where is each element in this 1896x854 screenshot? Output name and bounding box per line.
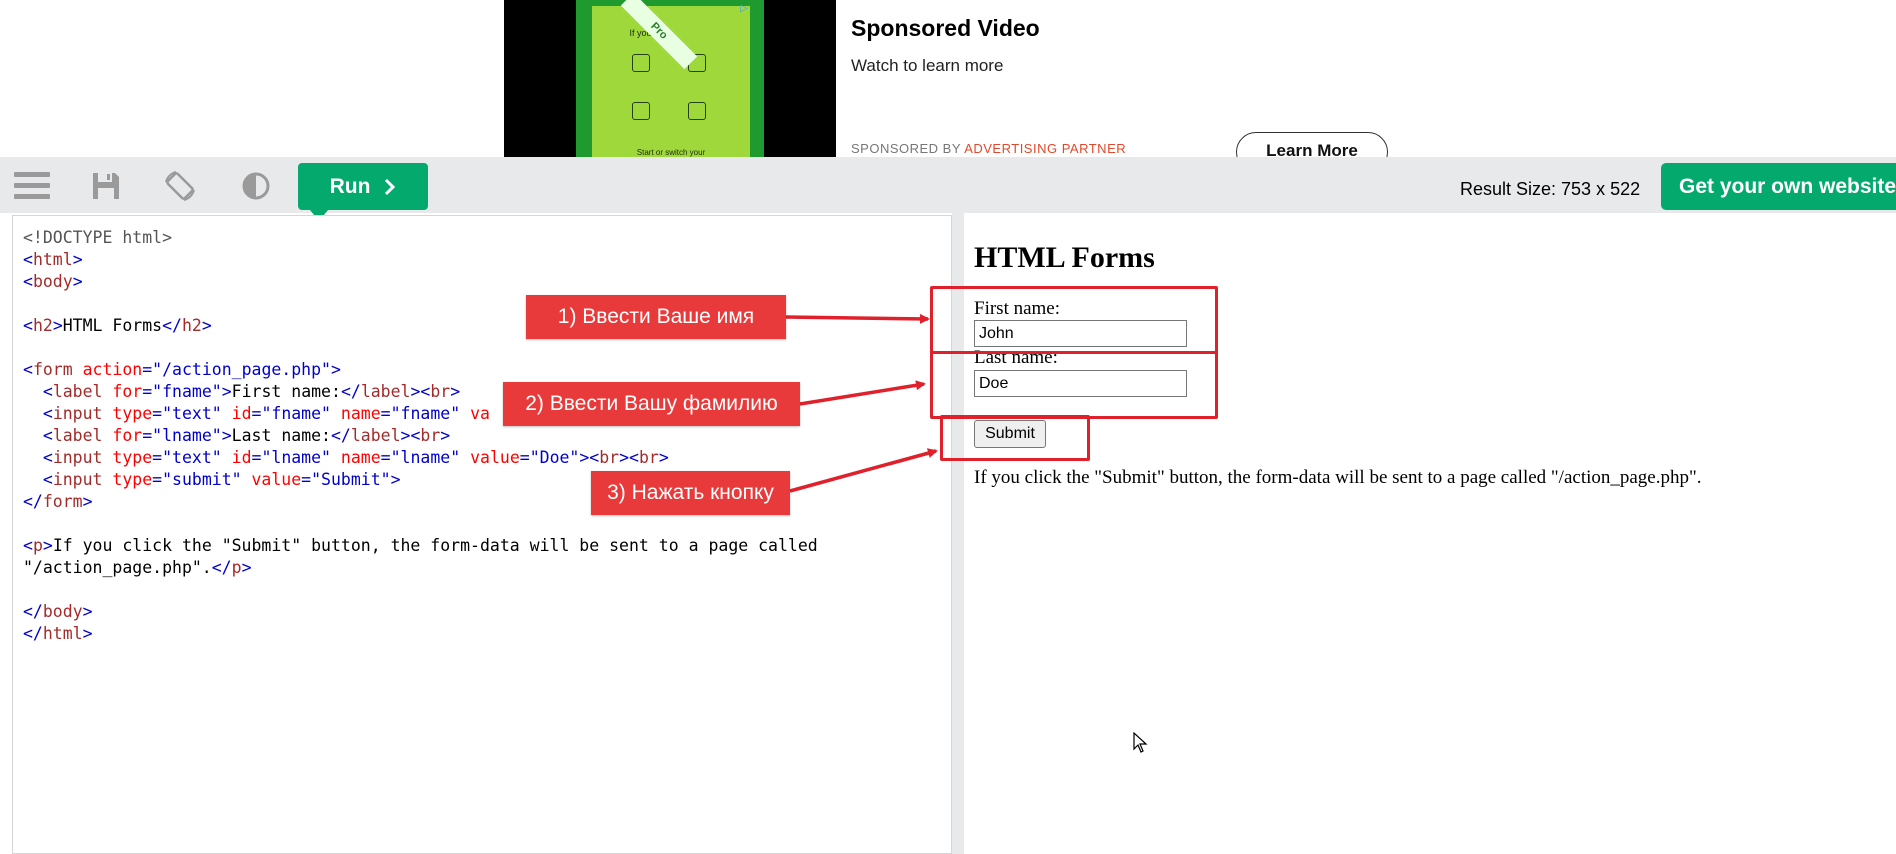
callout-step1: 1) Ввести Ваше имя xyxy=(526,295,786,339)
arrow-step3 xyxy=(789,448,938,493)
callout-step3: 3) Нажать кнопку xyxy=(591,471,790,515)
mouse-cursor-icon xyxy=(1133,732,1148,753)
annotation-arrows xyxy=(785,313,938,493)
arrow-step2 xyxy=(799,380,926,406)
arrow-step1 xyxy=(785,313,930,324)
callout-step2: 2) Ввести Вашу фамилию xyxy=(503,382,800,426)
